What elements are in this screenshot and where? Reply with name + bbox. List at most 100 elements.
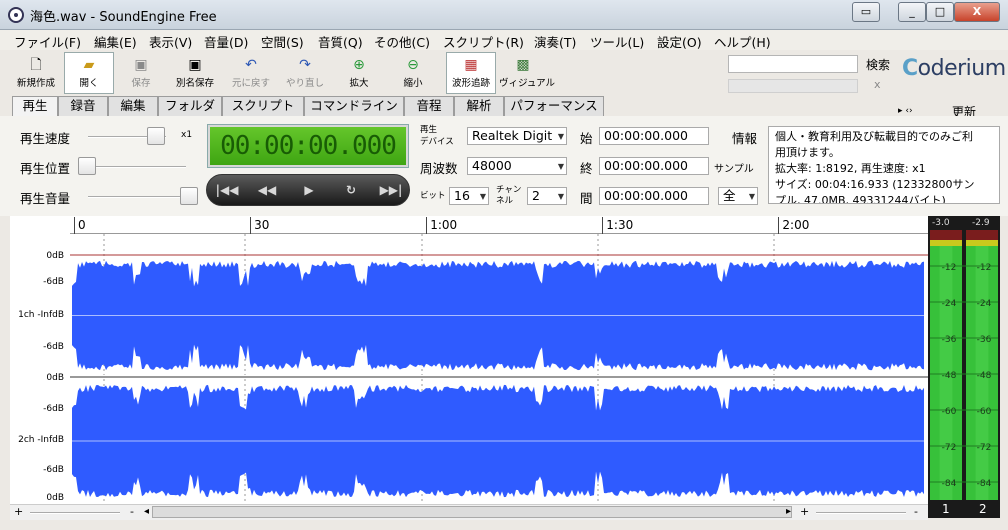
info-line: サイズ: 00:04:16.933 (12332800サン	[775, 178, 975, 191]
close-button[interactable]: X	[954, 2, 1000, 22]
menu-script[interactable]: スクリプト(R)	[443, 32, 524, 51]
vu-channel-2-label: 2	[979, 502, 987, 516]
save-button[interactable]: ▣ 保存	[116, 52, 166, 94]
redo-button[interactable]: ↷ やり直し	[280, 52, 330, 94]
vzoom-plus-button[interactable]: +	[800, 505, 809, 518]
end-time-field[interactable]: 00:00:00.000	[599, 157, 709, 175]
skip-to-start-button[interactable]: |◀◀	[212, 178, 242, 202]
menu-view[interactable]: 表示(V)	[149, 32, 192, 51]
tab-scroll-arrows[interactable]: ▸ ‹›	[898, 106, 913, 116]
scroll-left-button[interactable]: ◂	[144, 506, 149, 517]
peak-left-label: -3.0	[932, 218, 950, 228]
new-file-icon: 🗋	[30, 57, 42, 73]
zoom-minus-button[interactable]: -	[130, 505, 134, 518]
menu-volume[interactable]: 音量(D)	[204, 32, 248, 51]
play-button[interactable]: ▶	[294, 178, 324, 202]
menu-help[interactable]: ヘルプ(H)	[714, 32, 771, 51]
menu-quality[interactable]: 音質(Q)	[318, 32, 363, 51]
vu-scale-label: -36	[977, 335, 992, 345]
ruler-label: 2:00	[782, 218, 810, 232]
zoom-in-button[interactable]: ⊕ 拡大	[334, 52, 384, 94]
vu-scale-label: -48	[942, 371, 957, 381]
menu-play[interactable]: 演奏(T)	[534, 32, 576, 51]
speed-slider-thumb[interactable]	[146, 127, 165, 145]
peak-right-label: -2.9	[972, 218, 990, 228]
sample-label: サンプル	[714, 164, 754, 175]
tab-play[interactable]: 再生	[12, 96, 58, 117]
tab-folder[interactable]: フォルダ	[158, 96, 222, 116]
vzoom-minus-button[interactable]: -	[914, 505, 918, 518]
volume-slider-thumb[interactable]	[180, 187, 198, 205]
position-slider-thumb[interactable]	[78, 157, 96, 175]
rewind-button[interactable]: ◀◀	[252, 178, 282, 202]
loop-button[interactable]: ↻	[336, 178, 366, 202]
device-label-1: 再生	[420, 125, 438, 135]
ch1-center-label: 1ch -InfdB	[18, 310, 64, 320]
zoom-out-icon: ⊖	[407, 57, 419, 73]
start-time-field[interactable]: 00:00:00.000	[599, 127, 709, 145]
undo-button[interactable]: ↶ 元に戻す	[226, 52, 276, 94]
ch2-bottom-label: 0dB	[46, 493, 64, 503]
fast-forward-button[interactable]: ▶▶|	[376, 178, 406, 202]
window-title: 海色.wav - SoundEngine Free	[30, 10, 217, 25]
device-select[interactable]: Realtek Digit	[467, 127, 567, 145]
minimize-button[interactable]: _	[898, 2, 926, 22]
search-input[interactable]	[728, 55, 858, 73]
zoom-in-icon: ⊕	[353, 57, 365, 73]
menu-file[interactable]: ファイル(F)	[14, 32, 81, 51]
redo-icon: ↷	[299, 57, 311, 73]
window-glyph-icon: ▭	[860, 5, 872, 18]
menu-other[interactable]: その他(C)	[374, 32, 430, 51]
folder-icon: ▰	[83, 57, 95, 73]
app-icon[interactable]	[8, 7, 24, 23]
vu-scale-label: -72	[977, 443, 992, 453]
position-label: 再生位置	[20, 161, 71, 176]
app-menu-button[interactable]: ▭	[852, 2, 880, 22]
visual-button[interactable]: ▩ ヴィジュアル	[498, 52, 555, 94]
ch1-upper-label: -6dB	[43, 277, 64, 287]
waveform-plot[interactable]	[70, 234, 928, 504]
tab-pitch[interactable]: 音程	[404, 96, 454, 116]
visual-icon: ▩	[516, 57, 530, 73]
bit-select[interactable]: 16	[449, 187, 489, 205]
zoom-plus-button[interactable]: +	[14, 505, 23, 518]
amplitude-labels	[10, 234, 70, 504]
menu-tool[interactable]: ツール(L)	[590, 32, 644, 51]
wave-follow-button[interactable]: ▦ 波形追跡	[446, 52, 496, 94]
search-results-field[interactable]	[728, 79, 858, 93]
vu-scale-label: -12	[977, 263, 992, 273]
menu-settings[interactable]: 設定(O)	[657, 32, 702, 51]
tab-record[interactable]: 録音	[58, 96, 108, 116]
zoom-out-button[interactable]: ⊖ 縮小	[388, 52, 438, 94]
channel-label-2: ネル	[496, 196, 514, 206]
frequency-select[interactable]: 48000	[467, 157, 567, 175]
save-as-button[interactable]: ▣ 別名保存	[170, 52, 220, 94]
tab-edit[interactable]: 編集	[108, 96, 158, 116]
scroll-right-button[interactable]: ▸	[786, 506, 791, 517]
unit-select[interactable]: 全	[718, 187, 758, 205]
vzoom-slider-track[interactable]	[816, 512, 906, 514]
tab-script[interactable]: スクリプト	[222, 96, 304, 116]
scrollbar-thumb[interactable]	[152, 506, 792, 518]
open-button[interactable]: ▰ 開く	[64, 52, 114, 94]
new-button[interactable]: 🗋 新規作成	[10, 52, 62, 94]
time-display: 00:00:00.000	[207, 124, 409, 168]
channel-select[interactable]: 2	[527, 187, 567, 205]
position-slider-track[interactable]	[88, 166, 186, 168]
menu-edit[interactable]: 編集(E)	[94, 32, 137, 51]
tab-performance[interactable]: パフォーマンス	[504, 96, 604, 116]
vu-scale-label: -60	[977, 407, 992, 417]
zoom-slider-track[interactable]	[30, 512, 120, 514]
menu-space[interactable]: 空間(S)	[261, 32, 304, 51]
vu-clip-zone-1	[930, 230, 962, 240]
ruler-tick	[778, 217, 780, 234]
search-button[interactable]: 検索	[866, 56, 890, 73]
restore-button[interactable]: □	[926, 2, 954, 22]
tab-command-line[interactable]: コマンドライン	[304, 96, 404, 116]
tab-analysis[interactable]: 解析	[454, 96, 504, 116]
bit-label: ビット	[420, 191, 446, 201]
length-time-field[interactable]: 00:00:00.000	[599, 187, 709, 205]
search-clear-button[interactable]: x	[874, 78, 881, 91]
frequency-label: 周波数	[420, 161, 458, 176]
vu-channel-1-label: 1	[942, 502, 950, 516]
